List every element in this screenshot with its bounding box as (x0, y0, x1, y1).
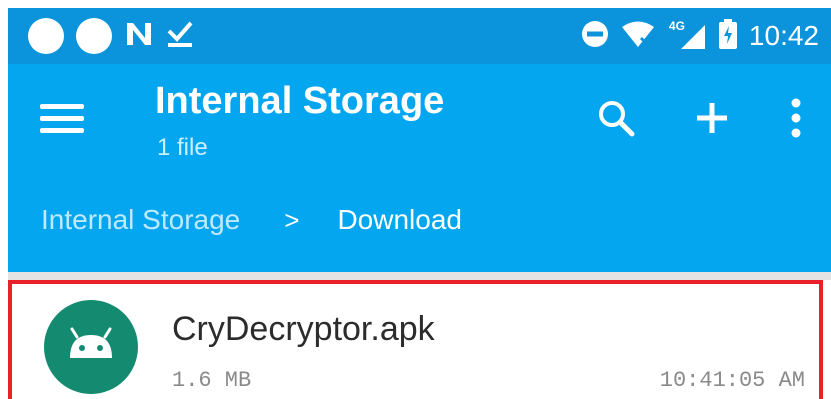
file-modified-time: 10:41:05 AM (659, 368, 805, 393)
status-bar: 4G 10:42 (8, 8, 831, 64)
breadcrumb-root[interactable]: Internal Storage (41, 204, 240, 236)
breadcrumb: Internal Storage > Download (41, 204, 462, 236)
battery-charging-icon (718, 18, 737, 54)
download-done-icon (166, 19, 194, 54)
file-count: 1 file (157, 134, 208, 161)
signal-icon: 4G (667, 19, 707, 51)
more-options-button[interactable] (770, 92, 822, 144)
status-right-icons: 4G 10:42 (581, 16, 819, 56)
notification-dot-icon (76, 18, 112, 54)
file-list-item[interactable]: CryDecryptor.apk 1.6 MB 10:41:05 AM (8, 280, 823, 399)
wifi-icon (621, 20, 655, 53)
menu-button[interactable] (40, 98, 84, 138)
android-icon (44, 300, 138, 394)
more-vert-icon (791, 98, 801, 138)
search-button[interactable] (590, 92, 642, 144)
file-manager-screen: 4G 10:42 Internal Storage 1 file Interna… (0, 0, 831, 399)
app-bar-shadow (8, 272, 831, 280)
n-app-icon (124, 19, 154, 54)
add-icon (697, 103, 727, 133)
search-icon (599, 101, 635, 137)
breadcrumb-separator: > (284, 204, 300, 235)
app-bar: Internal Storage 1 file Internal Storage… (8, 64, 831, 272)
file-size: 1.6 MB (172, 368, 252, 393)
page-title: Internal Storage (155, 80, 445, 122)
status-time: 10:42 (748, 20, 819, 51)
file-name: CryDecryptor.apk (172, 310, 435, 348)
do-not-disturb-icon (581, 20, 609, 53)
add-button[interactable] (686, 92, 738, 144)
menu-icon-bar (40, 128, 84, 133)
breadcrumb-current[interactable]: Download (337, 204, 462, 236)
menu-icon-bar (40, 116, 84, 121)
menu-icon (40, 104, 84, 109)
notification-dot-icon (28, 18, 64, 54)
status-left-icons (28, 16, 194, 56)
